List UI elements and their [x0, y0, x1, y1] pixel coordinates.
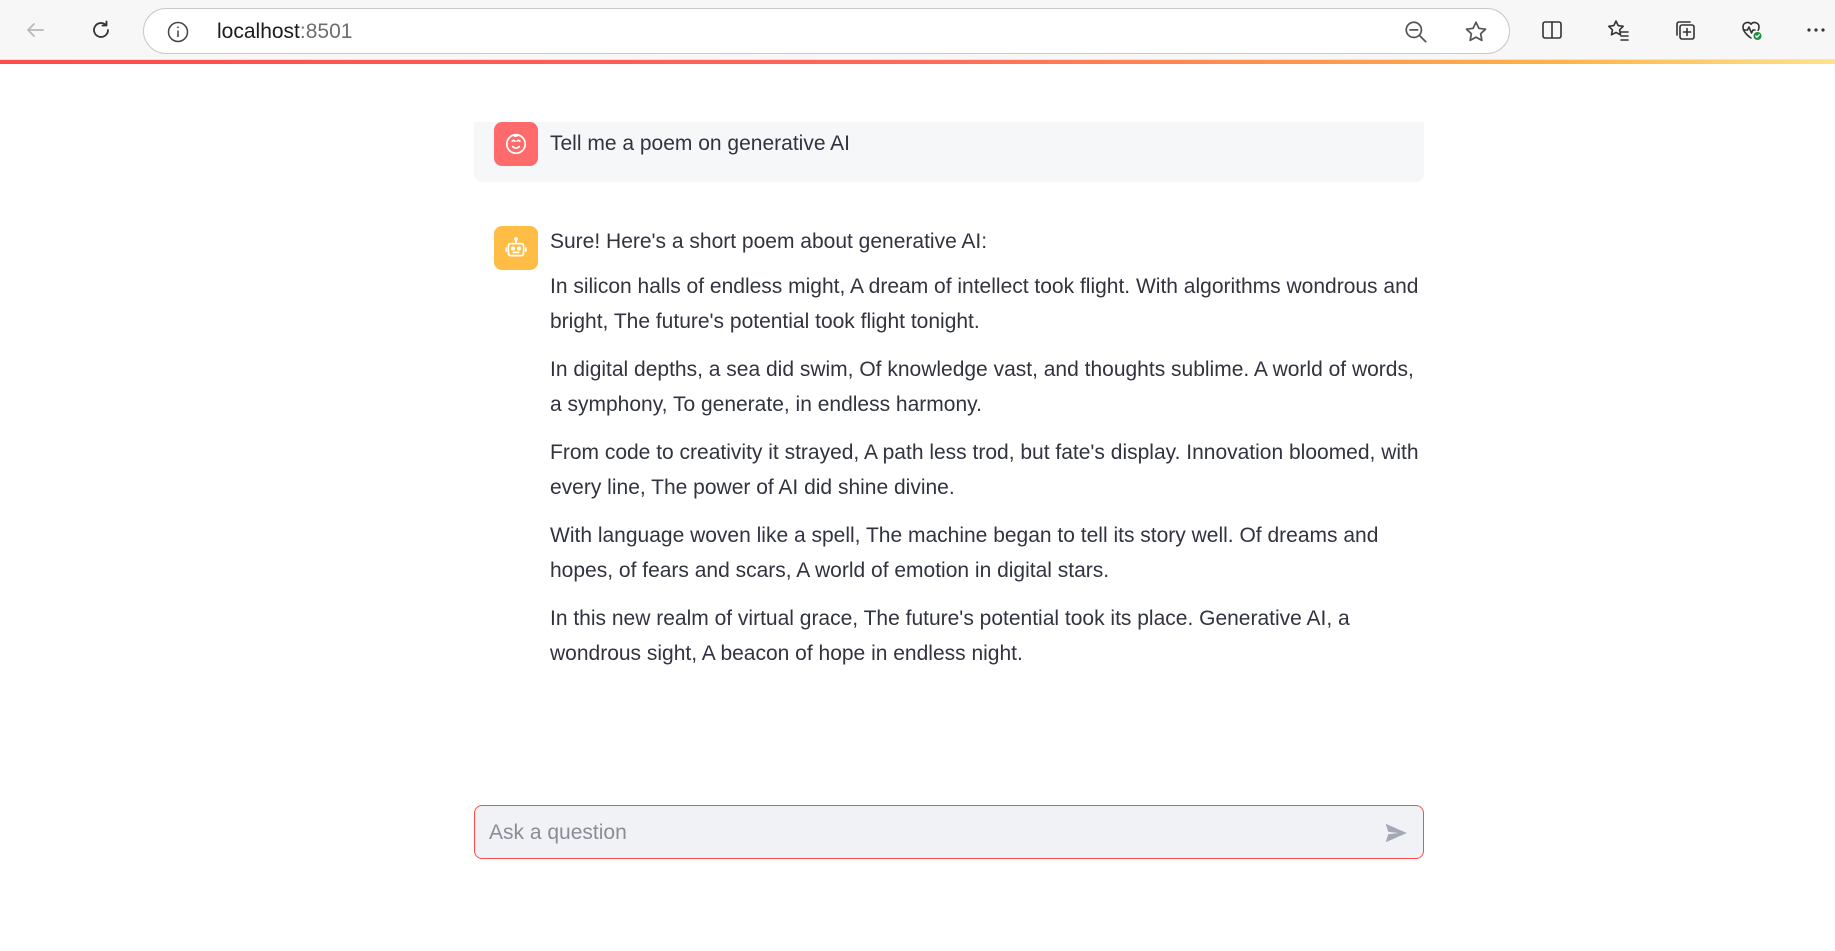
favorite-star-icon[interactable]: [1463, 19, 1489, 45]
poem-stanza: In this new realm of virtual grace, The …: [550, 607, 1350, 665]
assistant-avatar: [494, 226, 538, 270]
collections-icon[interactable]: [1669, 14, 1701, 46]
favorites-list-icon[interactable]: [1602, 14, 1634, 46]
user-message-text: Tell me a poem on generative AI: [550, 132, 851, 155]
poem-stanza: In silicon halls of endless might, A dre…: [550, 275, 1419, 333]
poem-stanza: In digital depths, a sea did swim, Of kn…: [550, 358, 1414, 416]
url-port: :8501: [299, 20, 353, 43]
chat-input-box: [474, 805, 1424, 860]
address-bar[interactable]: localhost:8501: [143, 8, 1510, 54]
refresh-icon[interactable]: [85, 14, 117, 46]
streamlit-app: Tell me a poem on generative AI Sure! He…: [0, 64, 1835, 951]
chat-question-input[interactable]: [487, 806, 1351, 860]
robot-icon: [505, 236, 527, 257]
send-icon: [1385, 823, 1407, 843]
url-host: localhost: [217, 20, 300, 43]
assistant-chat-message: Sure! Here's a short poem about generati…: [550, 228, 1420, 684]
user-chat-message: Tell me a poem on generative AI: [474, 122, 1424, 182]
poem-stanza: With language woven like a spell, The ma…: [550, 524, 1379, 582]
poem-stanza: From code to creativity it strayed, A pa…: [550, 441, 1419, 499]
send-button[interactable]: [1381, 818, 1411, 848]
more-options-icon[interactable]: [1800, 14, 1832, 46]
back-arrow-icon[interactable]: [19, 14, 51, 46]
url-text[interactable]: localhost:8501: [217, 20, 352, 44]
browser-essentials-icon[interactable]: [1735, 14, 1767, 46]
info-icon[interactable]: [166, 20, 190, 44]
user-face-icon: [505, 133, 527, 155]
assistant-intro-text: Sure! Here's a short poem about generati…: [550, 230, 988, 253]
zoom-out-icon[interactable]: [1403, 19, 1429, 45]
user-avatar: [494, 122, 538, 166]
split-screen-icon[interactable]: [1536, 14, 1568, 46]
browser-toolbar: localhost:8501: [0, 0, 1835, 60]
